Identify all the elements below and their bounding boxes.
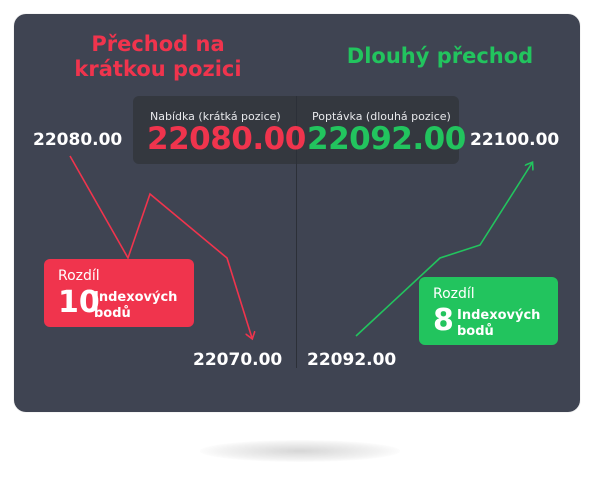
price-long-end: 22100.00 <box>470 130 560 150</box>
badge-long-number: 8 <box>433 303 454 338</box>
badge-short-difference: Rozdíl 10 Indexových bodů <box>44 259 194 327</box>
badge-long-difference: Rozdíl 8 Indexových bodů <box>419 277 558 345</box>
badge-long-unit: Indexových bodů <box>457 308 541 339</box>
badge-long-title: Rozdíl <box>433 286 475 302</box>
price-short-end: 22070.00 <box>193 350 283 370</box>
price-short-start: 22080.00 <box>33 130 123 150</box>
price-long-start: 22092.00 <box>307 350 397 370</box>
badge-short-title: Rozdíl <box>58 268 100 284</box>
price-paths <box>69 155 599 487</box>
badge-short-unit: Indexových bodů <box>94 290 178 321</box>
